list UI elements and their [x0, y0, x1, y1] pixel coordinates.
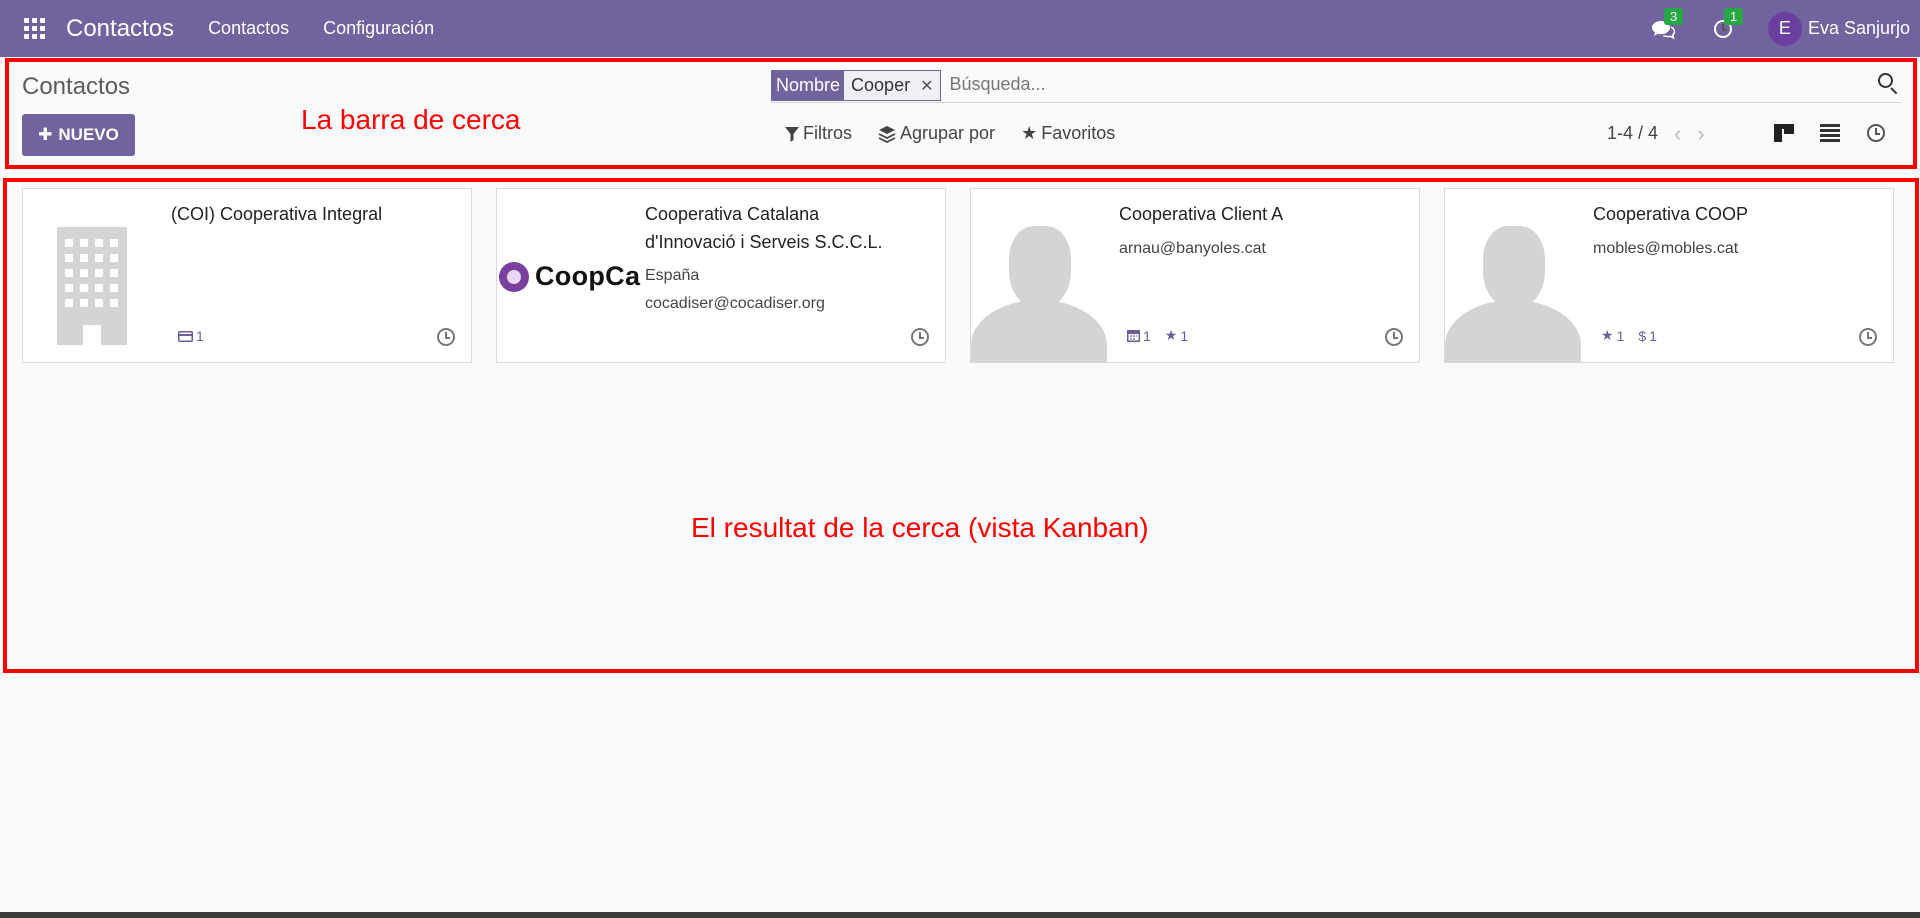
- menu-contactos[interactable]: Contactos: [208, 18, 289, 39]
- card-country: España: [645, 267, 700, 284]
- card-email: mobles@mobles.cat: [1593, 240, 1739, 257]
- meetings-badge: 1: [1127, 328, 1151, 344]
- badge-count: 1: [1649, 327, 1657, 344]
- card-title: (COI) Cooperativa Integral: [171, 204, 383, 224]
- badge-count: 1: [1616, 327, 1625, 344]
- user-avatar[interactable]: E: [1767, 11, 1802, 46]
- background-window-strip: [0, 912, 1920, 918]
- kanban-card[interactable]: Cooperativa Client A arnau@banyoles.cat …: [970, 188, 1420, 363]
- calendar-icon: [1127, 330, 1140, 342]
- activity-clock-icon[interactable]: [1859, 328, 1877, 346]
- menu-configuracion[interactable]: Configuración: [323, 18, 434, 39]
- apps-menu-icon[interactable]: [24, 17, 46, 40]
- opportunities-badge: ★ 1: [1165, 327, 1188, 344]
- card-title-line-2: d'Innovació i Serveis S.C.C.L.: [645, 232, 883, 252]
- badge-count: 1: [1143, 327, 1151, 344]
- badge-count: 1: [1180, 327, 1189, 344]
- logo-text: CoopCa: [535, 261, 641, 291]
- activity-clock-icon[interactable]: [437, 328, 455, 346]
- activities-badge: 1: [1723, 7, 1744, 25]
- card-email: arnau@banyoles.cat: [1119, 240, 1266, 257]
- dollar-icon: $: [1638, 327, 1647, 344]
- bank-account-badge: 1: [178, 328, 204, 344]
- top-navbar: Contactos Contactos Configuración 3 1 E …: [0, 0, 1920, 57]
- kanban-card[interactable]: (COI) Cooperativa Integral 1: [22, 188, 472, 363]
- annotation-box-search: [5, 58, 1917, 169]
- avatar-placeholder-icon: [971, 222, 1107, 362]
- activity-clock-icon[interactable]: [911, 328, 929, 346]
- credit-card-icon: [178, 330, 193, 342]
- opportunities-badge: ★ 1: [1601, 327, 1624, 344]
- activity-clock-icon[interactable]: [1385, 328, 1403, 346]
- kanban-card[interactable]: Cooperativa COOP mobles@mobles.cat ★ 1 $…: [1444, 188, 1894, 363]
- star-icon: ★: [1164, 327, 1178, 343]
- card-title-line-1: Cooperativa Catalana: [645, 204, 820, 224]
- annotation-results: El resultat de la cerca (vista Kanban): [691, 512, 1149, 543]
- annotation-search-bar: La barra de cerca: [301, 104, 521, 135]
- card-email: cocadiser@cocadiser.org: [645, 295, 825, 312]
- badge-count: 1: [196, 328, 204, 344]
- flower-logo-icon: [499, 261, 529, 292]
- messages-badge: 3: [1663, 7, 1684, 25]
- activities-button[interactable]: 1: [1708, 7, 1744, 44]
- avatar-placeholder-icon: [1445, 222, 1581, 362]
- kanban-card[interactable]: CoopCa Cooperativa Catalana d'Innovació …: [496, 188, 946, 363]
- star-icon: ★: [1601, 327, 1614, 343]
- company-building-icon: [57, 227, 127, 345]
- card-title: Cooperativa Client A: [1119, 204, 1284, 224]
- company-logo: CoopCa: [499, 261, 640, 292]
- messages-button[interactable]: 3: [1648, 7, 1684, 44]
- card-title: Cooperativa COOP: [1593, 204, 1749, 224]
- user-menu[interactable]: Eva Sanjurjo: [1808, 18, 1910, 39]
- app-name[interactable]: Contactos: [66, 15, 174, 43]
- sales-badge: $ 1: [1638, 328, 1657, 344]
